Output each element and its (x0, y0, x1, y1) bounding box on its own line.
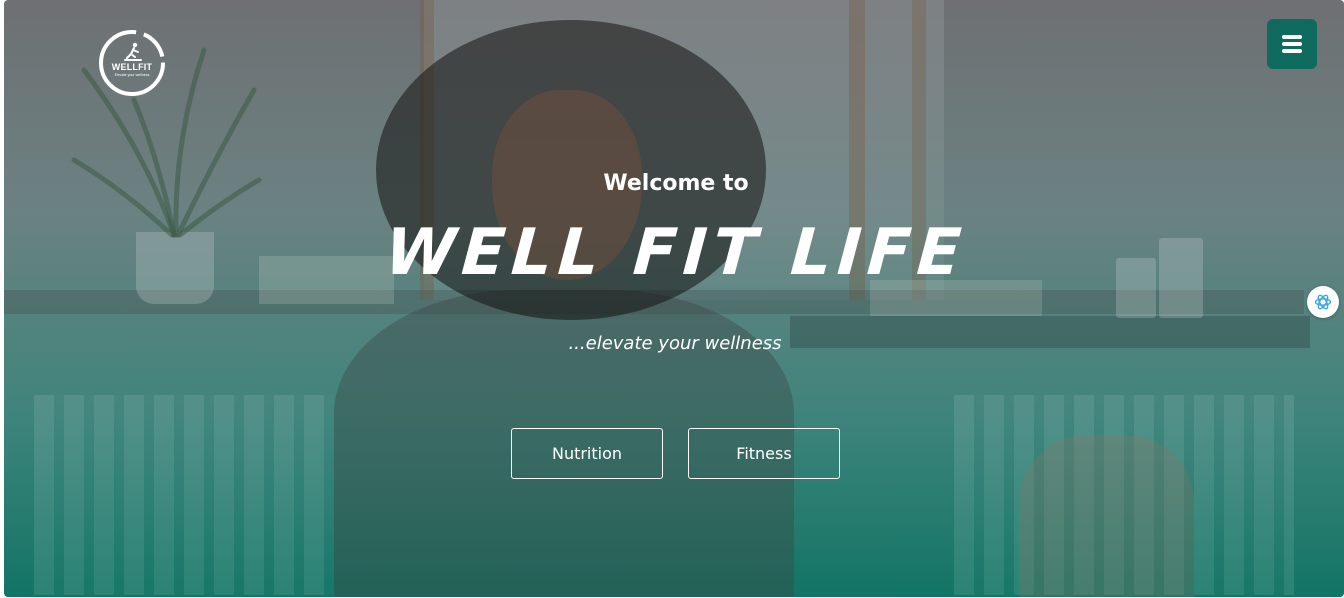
brand-logo[interactable]: WELLFIT Elevate your wellness (97, 28, 167, 98)
fitness-button[interactable]: Fitness (688, 428, 840, 479)
ai-assistant-button[interactable] (1307, 286, 1339, 318)
page-title: WELL FIT LIFE (382, 216, 970, 290)
logo-title: WELLFIT (111, 62, 153, 72)
welcome-text: Welcome to (603, 171, 749, 196)
hero-section (4, 0, 1344, 597)
nutrition-button[interactable]: Nutrition (511, 428, 663, 479)
background-dog (1019, 435, 1194, 597)
background-radiator (34, 395, 334, 595)
hero-tagline: ...elevate your wellness (568, 333, 782, 354)
runner-icon (124, 42, 142, 61)
ai-assistant-icon (1314, 294, 1332, 310)
logo-tagline: Elevate your wellness (114, 73, 150, 77)
menu-button[interactable] (1267, 19, 1317, 69)
